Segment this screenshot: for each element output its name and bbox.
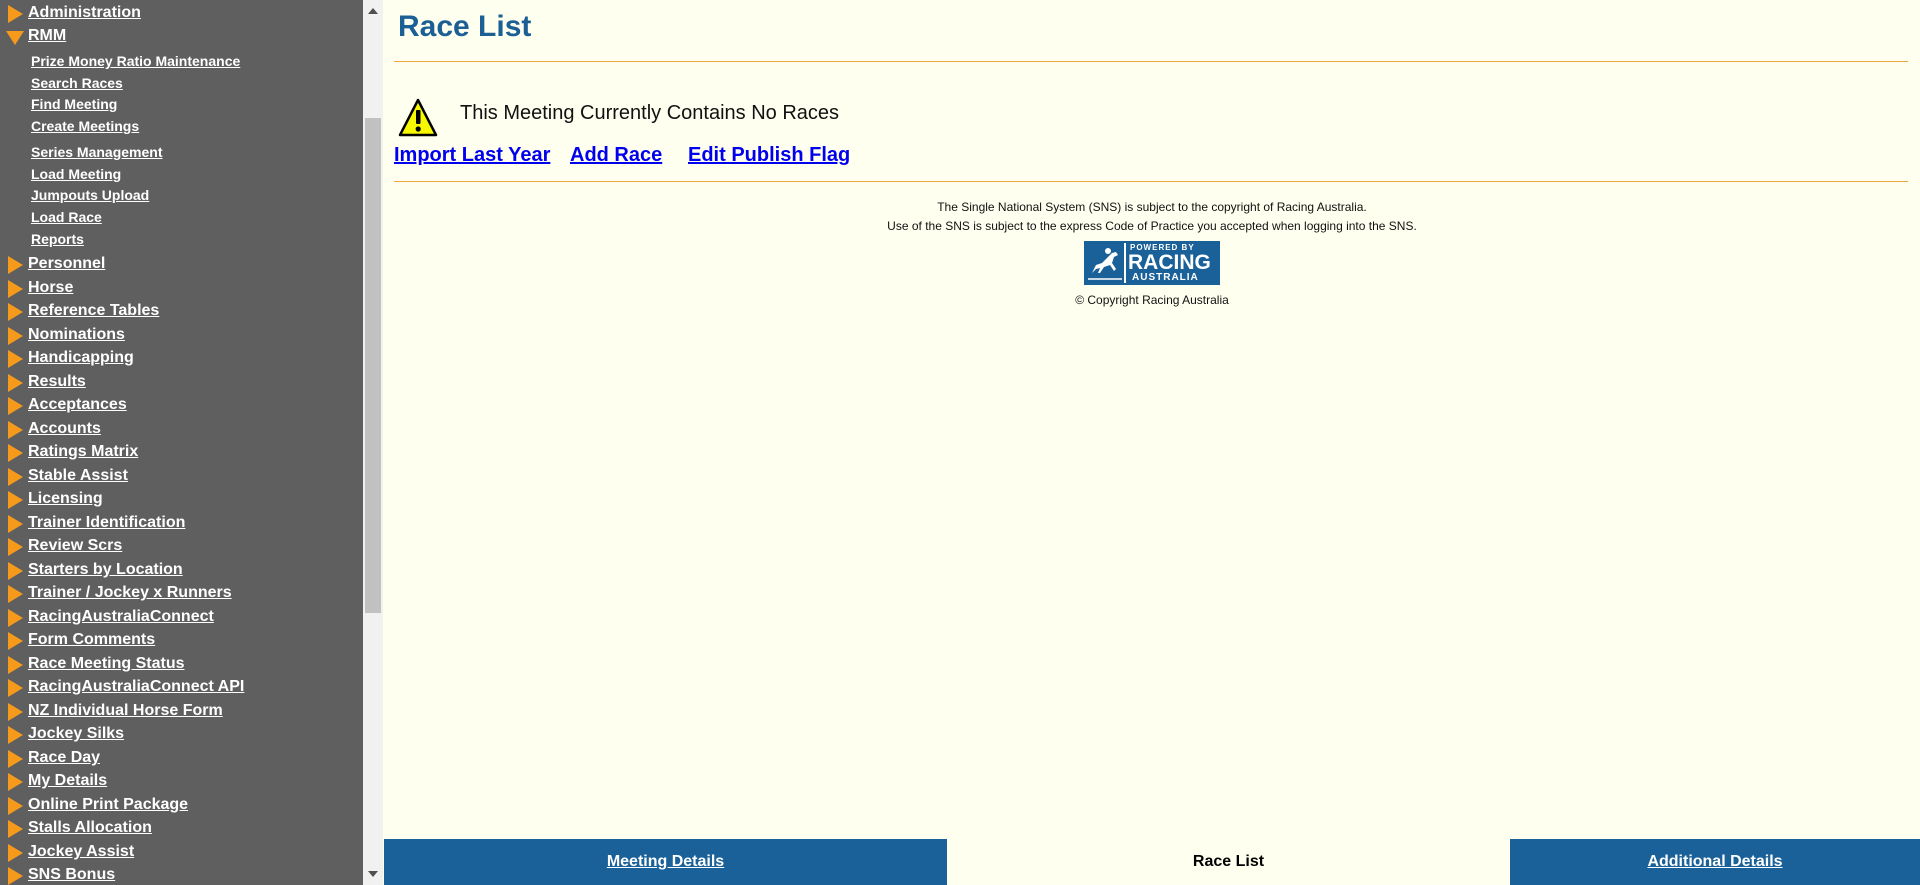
rmm-subitem-prize-money[interactable]: Prize Money Ratio Maintenance — [31, 53, 240, 69]
tab-label[interactable]: Meeting Details — [607, 853, 724, 871]
tab-meeting-details[interactable]: Meeting Details — [384, 839, 947, 885]
tab-label[interactable]: Race List — [1193, 853, 1264, 871]
expand-arrow-icon[interactable] — [8, 726, 23, 744]
sidebar-item-label[interactable]: Starters by Location — [28, 561, 183, 579]
code-of-practice-notice: Use of the SNS is subject to the express… — [887, 219, 1417, 233]
sidebar-item-label[interactable]: Online Print Package — [28, 796, 188, 814]
sidebar-item-label[interactable]: NZ Individual Horse Form — [28, 702, 223, 720]
sidebar-item-label[interactable]: Race Meeting Status — [28, 655, 184, 673]
expand-arrow-icon[interactable] — [8, 797, 23, 815]
expand-arrow-icon[interactable] — [8, 585, 23, 603]
expand-arrow-icon[interactable] — [8, 280, 23, 298]
expand-arrow-icon[interactable] — [8, 5, 23, 23]
add-race-link[interactable]: Add Race — [570, 144, 662, 167]
sidebar-scrollbar[interactable] — [363, 0, 383, 885]
sidebar-item-label[interactable]: Results — [28, 373, 86, 391]
sidebar-item-label[interactable]: Nominations — [28, 326, 125, 344]
sidebar-item-label[interactable]: Form Comments — [28, 631, 155, 649]
sidebar-item-label[interactable]: Personnel — [28, 255, 105, 273]
sidebar-item-label[interactable]: Administration — [28, 4, 141, 22]
sidebar-item-label[interactable]: Licensing — [28, 490, 103, 508]
sidebar-item-label[interactable]: Accounts — [28, 420, 101, 438]
expand-arrow-icon[interactable] — [8, 867, 23, 885]
collapse-arrow-icon[interactable] — [6, 31, 24, 45]
sidebar-item-label[interactable]: Ratings Matrix — [28, 443, 138, 461]
rmm-subitem-series-management[interactable]: Series Management — [31, 144, 163, 160]
rmm-subitem-load-race[interactable]: Load Race — [31, 209, 102, 225]
edit-publish-flag-link[interactable]: Edit Publish Flag — [688, 144, 850, 167]
scroll-up-arrow-icon[interactable] — [368, 8, 378, 14]
expand-arrow-icon[interactable] — [8, 374, 23, 392]
actions-divider — [394, 181, 1908, 182]
sidebar-item-label[interactable]: Horse — [28, 279, 73, 297]
sidebar-item-label[interactable]: Jockey Assist — [28, 843, 134, 861]
expand-arrow-icon[interactable] — [8, 844, 23, 862]
expand-arrow-icon[interactable] — [8, 609, 23, 627]
rmm-subitem-reports[interactable]: Reports — [31, 231, 84, 247]
rmm-subitem-search-races[interactable]: Search Races — [31, 75, 123, 91]
warning-icon — [398, 98, 438, 137]
tab-label[interactable]: Additional Details — [1647, 853, 1782, 871]
sidebar-item-label[interactable]: Trainer / Jockey x Runners — [28, 584, 232, 602]
scrollbar-thumb[interactable] — [365, 118, 381, 613]
sidebar-item-label[interactable]: My Details — [28, 772, 107, 790]
sidebar-item-label[interactable]: Race Day — [28, 749, 100, 767]
expand-arrow-icon[interactable] — [8, 632, 23, 650]
expand-arrow-icon[interactable] — [8, 303, 23, 321]
expand-arrow-icon[interactable] — [8, 750, 23, 768]
expand-arrow-icon[interactable] — [8, 562, 23, 580]
footer: The Single National System (SNS) is subj… — [384, 198, 1920, 310]
import-last-year-link[interactable]: Import Last Year — [394, 144, 550, 167]
copyright-text: © Copyright Racing Australia — [1075, 293, 1229, 307]
expand-arrow-icon[interactable] — [8, 679, 23, 697]
expand-arrow-icon[interactable] — [8, 444, 23, 462]
sidebar-item-label[interactable]: Reference Tables — [28, 302, 159, 320]
sidebar-item-label[interactable]: Stalls Allocation — [28, 819, 152, 837]
expand-arrow-icon[interactable] — [8, 397, 23, 415]
sidebar-item-label[interactable]: RacingAustraliaConnect — [28, 608, 214, 626]
tab-race-list[interactable]: Race List — [947, 839, 1510, 885]
sidebar-item-label[interactable]: Trainer Identification — [28, 514, 185, 532]
expand-arrow-icon[interactable] — [8, 515, 23, 533]
rmm-subitem-jumpouts-upload[interactable]: Jumpouts Upload — [31, 187, 149, 203]
title-divider — [394, 61, 1908, 62]
rmm-subitem-create-meetings[interactable]: Create Meetings — [31, 118, 139, 134]
expand-arrow-icon[interactable] — [8, 350, 23, 368]
sidebar-item-label[interactable]: Stable Assist — [28, 467, 128, 485]
expand-arrow-icon[interactable] — [8, 327, 23, 345]
main-content: Race List This Meeting Currently Contain… — [384, 0, 1920, 885]
copyright-notice: The Single National System (SNS) is subj… — [937, 200, 1367, 214]
sidebar-item-label[interactable]: Review Scrs — [28, 537, 122, 555]
rmm-subitem-load-meeting[interactable]: Load Meeting — [31, 166, 121, 182]
expand-arrow-icon[interactable] — [8, 538, 23, 556]
sidebar-item-label[interactable]: SNS Bonus — [28, 866, 115, 884]
tab-additional-details[interactable]: Additional Details — [1510, 839, 1920, 885]
expand-arrow-icon[interactable] — [8, 421, 23, 439]
expand-arrow-icon[interactable] — [8, 656, 23, 674]
warning-text: This Meeting Currently Contains No Races — [460, 102, 840, 124]
sidebar-item-label[interactable]: Acceptances — [28, 396, 127, 414]
sidebar-item-label[interactable]: RMM — [28, 27, 66, 45]
scroll-down-arrow-icon[interactable] — [368, 871, 378, 877]
expand-arrow-icon[interactable] — [8, 468, 23, 486]
expand-arrow-icon[interactable] — [8, 256, 23, 274]
sidebar-item-label[interactable]: Jockey Silks — [28, 725, 124, 743]
horse-jockey-icon — [1086, 243, 1126, 283]
rmm-subitem-find-meeting[interactable]: Find Meeting — [31, 96, 117, 112]
sidebar-item-label[interactable]: Handicapping — [28, 349, 134, 367]
sidebar-item-label[interactable]: RacingAustraliaConnect API — [28, 678, 244, 696]
sidebar: Administration RMM Prize Money Ratio Mai… — [0, 0, 363, 885]
racing-australia-logo: POWERED BY RACING AUSTRALIA — [1084, 241, 1220, 285]
page-title: Race List — [398, 10, 532, 43]
expand-arrow-icon[interactable] — [8, 773, 23, 791]
expand-arrow-icon[interactable] — [8, 820, 23, 838]
expand-arrow-icon[interactable] — [8, 491, 23, 509]
expand-arrow-icon[interactable] — [8, 703, 23, 721]
logo-australia-text: AUSTRALIA — [1132, 272, 1199, 283]
